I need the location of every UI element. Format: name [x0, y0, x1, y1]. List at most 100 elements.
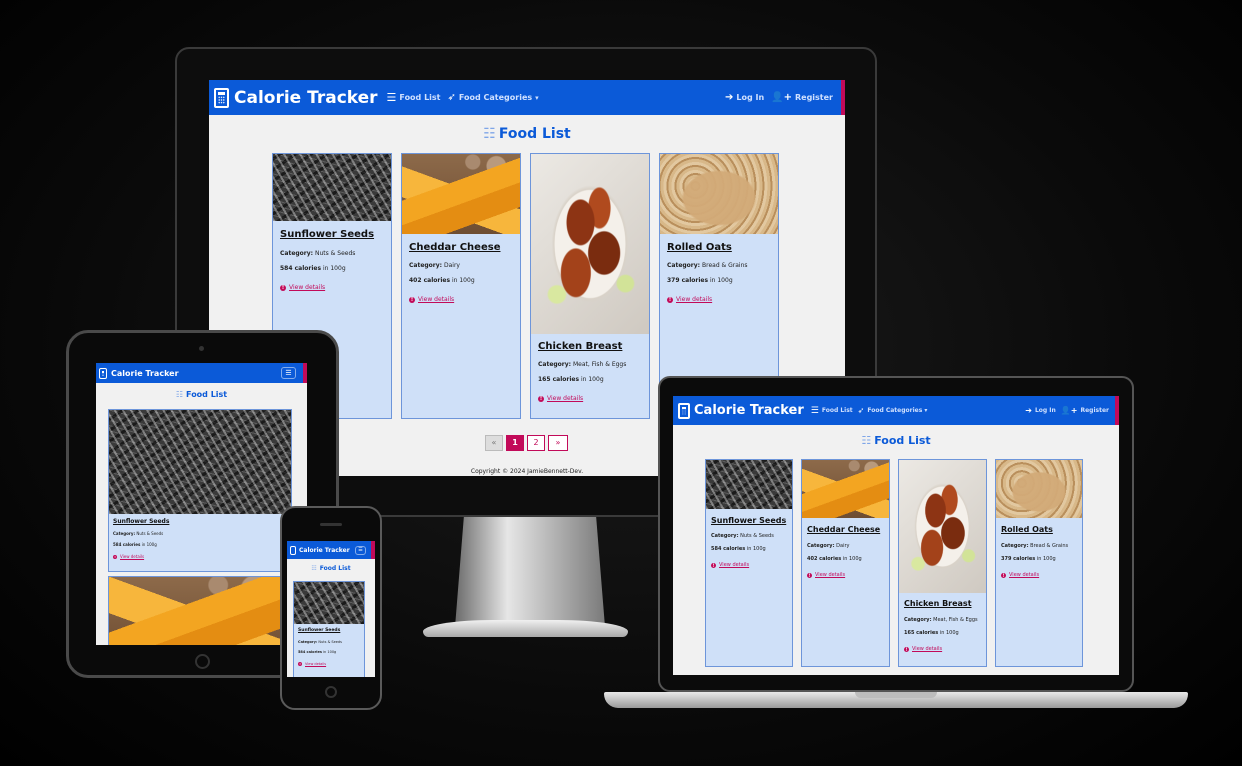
- nav-log-in[interactable]: ➔ Log In: [725, 92, 764, 103]
- food-image-sunflower-seeds: [706, 460, 792, 509]
- view-details-link[interactable]: ! View details: [298, 662, 326, 666]
- food-image-cheddar-cheese: [109, 577, 291, 645]
- food-name[interactable]: Rolled Oats: [667, 242, 732, 253]
- list-icon: ☷: [175, 390, 184, 399]
- info-icon: !: [409, 296, 415, 303]
- chevron-down-icon: ▾: [924, 407, 928, 414]
- nav-food-categories[interactable]: ➶ Food Categories ▾: [858, 406, 928, 415]
- food-name[interactable]: Sunflower Seeds: [280, 229, 374, 240]
- food-category: Category: Nuts & Seeds: [298, 640, 342, 644]
- navbar: Calorie Tracker ☰ Food List ➶ Food Categ…: [673, 396, 1119, 425]
- user-plus-icon: 👤+: [771, 92, 792, 103]
- page-title: ☷ Food List: [861, 434, 931, 447]
- food-name[interactable]: Sunflower Seeds: [711, 516, 786, 525]
- info-icon: !: [538, 395, 544, 402]
- view-details-link[interactable]: ! View details: [711, 562, 749, 568]
- view-details-link[interactable]: ! View details: [1001, 572, 1039, 578]
- food-calories: 379 calories in 100g: [1001, 556, 1056, 562]
- laptop-screen: Calorie Tracker ☰ Food List ➶ Food Categ…: [673, 396, 1119, 675]
- nav-log-in[interactable]: ➔ Log In: [1025, 406, 1056, 415]
- food-category: Category: Dairy: [807, 543, 850, 549]
- food-calories: 584 calories in 100g: [298, 650, 337, 654]
- categories-icon: ➶: [447, 92, 456, 103]
- food-card: Rolled Oats Category: Bread & Grains 379…: [995, 459, 1083, 667]
- food-image-cheddar-cheese: [402, 154, 520, 234]
- list-icon: ☷: [861, 434, 872, 447]
- menu-toggle-button[interactable]: ☰: [281, 367, 296, 379]
- info-icon: !: [280, 284, 286, 291]
- view-details-link[interactable]: ! View details: [113, 554, 144, 559]
- food-name[interactable]: Sunflower Seeds: [298, 628, 340, 633]
- info-icon: !: [711, 562, 716, 568]
- navbar: Calorie Tracker ☰: [287, 541, 375, 559]
- food-calories: 165 calories in 100g: [538, 376, 604, 383]
- pagination-next[interactable]: »: [548, 435, 568, 451]
- nav-food-categories[interactable]: ➶ Food Categories ▾: [448, 92, 539, 103]
- food-card: Sunflower Seeds Category: Nuts & Seeds 5…: [705, 459, 793, 667]
- user-plus-icon: 👤+: [1060, 406, 1078, 415]
- food-card: Cheddar Cheese Category: Dairy 402 calor…: [401, 153, 521, 419]
- list-icon: ☷: [311, 565, 317, 572]
- login-icon: ➔: [724, 92, 734, 103]
- brand-label: Calorie Tracker: [234, 87, 378, 108]
- info-icon: !: [1001, 572, 1006, 578]
- food-name[interactable]: Rolled Oats: [1001, 525, 1053, 534]
- tablet-camera: [199, 346, 204, 351]
- food-category: Category: Bread & Grains: [1001, 543, 1069, 549]
- list-icon: ☰: [386, 91, 397, 104]
- brand-label: Calorie Tracker: [694, 403, 804, 418]
- info-icon: !: [904, 646, 909, 652]
- view-details-link[interactable]: ! View details: [807, 572, 845, 578]
- info-icon: !: [298, 662, 302, 666]
- food-name[interactable]: Cheddar Cheese: [807, 525, 880, 534]
- food-category: Category: Nuts & Seeds: [280, 250, 356, 257]
- food-calories: 165 calories in 100g: [904, 630, 959, 636]
- brand[interactable]: Calorie Tracker: [290, 545, 350, 555]
- view-details-link[interactable]: ! View details: [538, 395, 583, 402]
- view-details-link[interactable]: ! View details: [280, 284, 325, 291]
- nav-register[interactable]: 👤+ Register: [771, 92, 833, 103]
- brand[interactable]: Calorie Tracker: [678, 402, 804, 419]
- food-card: Sunflower Seeds Category: Nuts & Seeds 5…: [108, 409, 292, 572]
- pagination-prev[interactable]: «: [485, 435, 503, 451]
- page-title: ☷ Food List: [311, 565, 351, 572]
- food-name[interactable]: Chicken Breast: [904, 599, 972, 608]
- food-name[interactable]: Sunflower Seeds: [113, 518, 169, 525]
- view-details-link[interactable]: ! View details: [409, 296, 454, 303]
- laptop-notch: [855, 692, 937, 698]
- navbar: Calorie Tracker ☰ Food List ➶ Food Categ…: [209, 80, 845, 115]
- food-card: Sunflower Seeds Category: Nuts & Seeds 5…: [293, 581, 365, 677]
- nav-food-list[interactable]: ☰ Food List: [387, 91, 441, 104]
- monitor-base: [423, 620, 628, 637]
- navbar: Calorie Tracker ☰: [96, 363, 307, 383]
- phone-home-button: [325, 686, 337, 698]
- brand[interactable]: Calorie Tracker: [99, 367, 179, 379]
- calculator-icon: [214, 87, 229, 108]
- view-details-link[interactable]: ! View details: [667, 296, 712, 303]
- categories-icon: ➶: [857, 406, 865, 415]
- list-icon: ☷: [483, 126, 496, 142]
- nav-food-list[interactable]: ☰ Food List: [811, 406, 853, 416]
- pagination-page-1[interactable]: 1: [506, 435, 524, 451]
- food-image-rolled-oats: [660, 154, 778, 234]
- info-icon: !: [113, 554, 117, 559]
- food-category: Category: Dairy: [409, 262, 460, 269]
- brand-label: Calorie Tracker: [111, 368, 179, 378]
- food-image-cheddar-cheese: [802, 460, 889, 518]
- pagination-page-2[interactable]: 2: [527, 435, 545, 451]
- food-card: Chicken Breast Category: Meat, Fish & Eg…: [530, 153, 650, 419]
- mockup-background: Calorie Tracker ☰ Food List ➶ Food Categ…: [0, 0, 1242, 766]
- page-title: ☷ Food List: [483, 126, 571, 142]
- food-category: Category: Nuts & Seeds: [711, 533, 774, 539]
- food-category: Category: Meat, Fish & Eggs: [904, 617, 978, 623]
- food-category: Category: Bread & Grains: [667, 262, 748, 269]
- hamburger-icon: ☰: [358, 547, 363, 553]
- tablet-screen: Calorie Tracker ☰ ☷ Food List Sunflower S…: [96, 363, 307, 645]
- food-name[interactable]: Cheddar Cheese: [409, 242, 500, 253]
- food-calories: 402 calories in 100g: [409, 277, 475, 284]
- brand[interactable]: Calorie Tracker: [214, 87, 378, 108]
- food-name[interactable]: Chicken Breast: [538, 341, 622, 352]
- nav-register[interactable]: 👤+ Register: [1061, 406, 1109, 415]
- view-details-link[interactable]: ! View details: [904, 646, 942, 652]
- menu-toggle-button[interactable]: ☰: [355, 545, 366, 555]
